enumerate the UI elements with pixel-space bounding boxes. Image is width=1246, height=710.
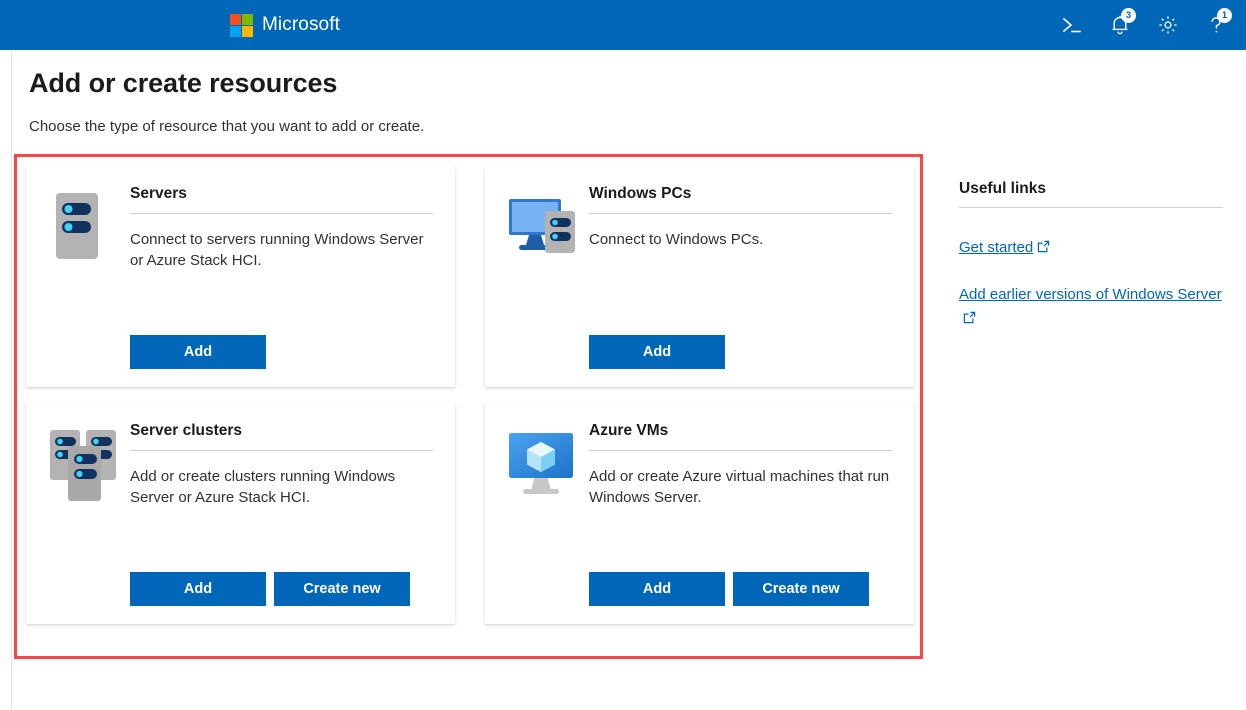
- useful-links-panel: Useful links Get started Add earlier ver…: [959, 180, 1223, 354]
- card-windows-pcs[interactable]: Windows PCs Connect to Windows PCs. Add: [485, 165, 914, 387]
- card-actions: Add: [589, 335, 892, 369]
- help-badge: 1: [1217, 8, 1232, 23]
- create-new-azure-vms-button[interactable]: Create new: [733, 572, 869, 606]
- card-title: Server clusters: [130, 422, 433, 451]
- sidebar-divider: [11, 50, 12, 710]
- resource-card-grid: Servers Connect to servers running Windo…: [26, 165, 914, 624]
- card-servers[interactable]: Servers Connect to servers running Windo…: [26, 165, 455, 387]
- card-actions: Add: [130, 335, 433, 369]
- useful-links-title: Useful links: [959, 180, 1223, 208]
- link-add-earlier-versions[interactable]: Add earlier versions of Windows Server: [959, 283, 1223, 332]
- bell-icon[interactable]: 3: [1096, 0, 1144, 50]
- card-body: Server clusters Add or create clusters r…: [130, 422, 433, 606]
- page-subtitle: Choose the type of resource that you wan…: [29, 118, 424, 135]
- card-title: Servers: [130, 185, 433, 214]
- page-content: Add or create resources Choose the type …: [0, 50, 1246, 710]
- brand-name: Microsoft: [262, 14, 340, 36]
- add-azure-vms-button[interactable]: Add: [589, 572, 725, 606]
- gear-icon[interactable]: [1144, 0, 1192, 50]
- card-body: Windows PCs Connect to Windows PCs. Add: [589, 185, 892, 369]
- card-azure-vms[interactable]: Azure VMs Add or create Azure virtual ma…: [485, 402, 914, 624]
- card-description: Add or create Azure virtual machines tha…: [589, 466, 892, 508]
- useful-links-list: Get started Add earlier versions of Wind…: [959, 236, 1223, 332]
- card-server-clusters[interactable]: Server clusters Add or create clusters r…: [26, 402, 455, 624]
- topbar-actions: 3 1: [1048, 0, 1240, 50]
- link-label: Add earlier versions of Windows Server: [959, 286, 1222, 303]
- windows-pc-icon: [507, 185, 589, 369]
- card-actions: Add Create new: [589, 572, 892, 606]
- create-new-server-clusters-button[interactable]: Create new: [274, 572, 410, 606]
- external-link-icon: [963, 308, 976, 332]
- card-title: Windows PCs: [589, 185, 892, 214]
- card-body: Servers Connect to servers running Windo…: [130, 185, 433, 369]
- top-navigation-bar: Microsoft 3: [0, 0, 1246, 50]
- external-link-icon: [1037, 237, 1050, 261]
- bell-badge: 3: [1121, 8, 1136, 23]
- card-description: Add or create clusters running Windows S…: [130, 466, 433, 508]
- logo-square-blue: [230, 26, 241, 37]
- logo-square-green: [242, 14, 253, 25]
- card-actions: Add Create new: [130, 572, 433, 606]
- page-title: Add or create resources: [29, 68, 337, 99]
- server-icon: [48, 185, 130, 369]
- server-cluster-icon: [48, 422, 130, 606]
- logo-square-red: [230, 14, 241, 25]
- brand: Microsoft: [230, 14, 340, 37]
- link-label: Get started: [959, 239, 1033, 256]
- add-server-clusters-button[interactable]: Add: [130, 572, 266, 606]
- card-body: Azure VMs Add or create Azure virtual ma…: [589, 422, 892, 606]
- powershell-icon[interactable]: [1048, 0, 1096, 50]
- link-get-started[interactable]: Get started: [959, 236, 1223, 261]
- microsoft-logo-icon: [230, 14, 253, 37]
- logo-square-yellow: [242, 26, 253, 37]
- card-description: Connect to servers running Windows Serve…: [130, 229, 433, 271]
- add-servers-button[interactable]: Add: [130, 335, 266, 369]
- add-windows-pcs-button[interactable]: Add: [589, 335, 725, 369]
- azure-vm-icon: [507, 422, 589, 606]
- card-description: Connect to Windows PCs.: [589, 229, 892, 250]
- help-icon[interactable]: 1: [1192, 0, 1240, 50]
- card-title: Azure VMs: [589, 422, 892, 451]
